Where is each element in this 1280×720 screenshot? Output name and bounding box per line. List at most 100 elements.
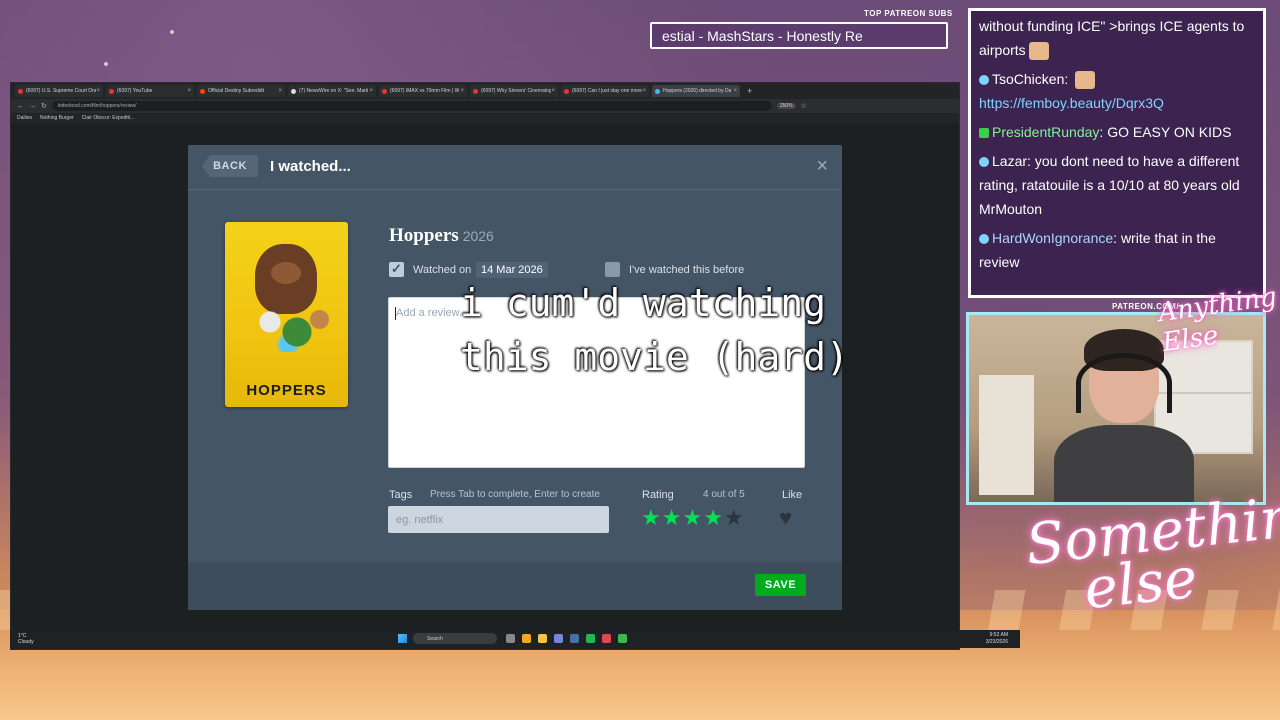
rating-value-text: 4 out of 5 bbox=[703, 489, 745, 500]
chat-message: HardWonIgnorance: write that in the revi… bbox=[979, 230, 1216, 270]
film-title: Hoppers 2026 bbox=[389, 225, 494, 246]
back-button[interactable]: BACK bbox=[202, 155, 258, 177]
file-explorer-icon[interactable] bbox=[538, 634, 547, 643]
favicon-icon bbox=[473, 88, 478, 94]
rating-star-icon[interactable]: ★ bbox=[703, 506, 723, 530]
browser-tab[interactable]: (6097) Can I just stay one more × bbox=[561, 85, 649, 97]
rating-star-icon[interactable]: ★ bbox=[724, 506, 744, 530]
windows-taskbar: 1°C Cloudy Search 9:52 AM 3/23/2026 bbox=[10, 630, 1020, 648]
film-poster: HOPPERS bbox=[225, 222, 348, 407]
chat-badge-icon bbox=[979, 75, 989, 86]
rating-star-icon[interactable]: ★ bbox=[682, 506, 702, 530]
poster-art bbox=[243, 302, 333, 352]
tags-hint: Press Tab to complete, Enter to create bbox=[430, 489, 600, 500]
bookmark-item[interactable]: Clair Obscur: Expediti... bbox=[82, 115, 135, 121]
address-bar[interactable]: letterboxd.com/film/hoppers/review/ bbox=[51, 101, 772, 111]
emote-icon bbox=[1075, 71, 1096, 90]
browser-tab[interactable]: (6097) U.S. Supreme Court Oral × bbox=[15, 85, 103, 97]
chat-username: Lazar bbox=[992, 153, 1028, 169]
browser-tab[interactable]: Official Destiny Subreddit × bbox=[197, 85, 285, 97]
chat-badge-icon bbox=[979, 128, 989, 139]
tags-input[interactable]: eg. netflix bbox=[388, 506, 609, 533]
reload-icon[interactable]: ↻ bbox=[41, 102, 47, 110]
task-view-icon[interactable] bbox=[506, 634, 515, 643]
chrome-icon[interactable] bbox=[618, 634, 627, 643]
forward-arrow-icon[interactable]: → bbox=[29, 103, 36, 110]
windows-start-icon[interactable] bbox=[398, 634, 407, 643]
star-decoration bbox=[170, 30, 174, 34]
discord-icon[interactable] bbox=[554, 634, 563, 643]
modal-footer: SAVE bbox=[188, 562, 842, 610]
chat-message: without funding ICE" >brings ICE agents … bbox=[979, 14, 1255, 62]
star-decoration bbox=[104, 62, 108, 66]
taskbar-clock[interactable]: 9:52 AM 3/23/2026 bbox=[986, 632, 1008, 646]
chat-message: PresidentRunday: GO EASY ON KIDS bbox=[979, 120, 1255, 144]
stream-chat: without funding ICE" >brings ICE agents … bbox=[968, 8, 1266, 298]
close-tab-icon[interactable]: × bbox=[96, 88, 100, 94]
browser-tabbar: (6097) U.S. Supreme Court Oral × (6097) Y… bbox=[11, 83, 959, 99]
close-tab-icon[interactable]: × bbox=[460, 88, 464, 94]
steam-icon[interactable] bbox=[570, 634, 579, 643]
emote-icon bbox=[1028, 42, 1049, 61]
chat-message: TsoChicken: https://femboy.beauty/Dqrx3Q bbox=[979, 71, 1164, 111]
firefox-icon[interactable] bbox=[522, 634, 531, 643]
zoom-badge[interactable]: 250% bbox=[776, 103, 796, 109]
new-tab-icon[interactable]: + bbox=[743, 86, 756, 96]
close-icon[interactable]: × bbox=[816, 156, 828, 176]
rating-star-icon[interactable]: ★ bbox=[641, 506, 661, 530]
chat-link[interactable]: https://femboy.beauty/Dqrx3Q bbox=[979, 95, 1164, 111]
close-tab-icon[interactable]: × bbox=[369, 88, 373, 94]
bookmark-item[interactable]: Nothing Burger bbox=[40, 115, 74, 121]
favicon-icon bbox=[382, 88, 387, 94]
chat-username: TsoChicken bbox=[992, 71, 1065, 87]
close-tab-icon[interactable]: × bbox=[642, 88, 646, 94]
close-tab-icon[interactable]: × bbox=[278, 88, 282, 94]
favicon-icon bbox=[655, 88, 660, 94]
weather-widget[interactable]: 1°C Cloudy bbox=[18, 633, 34, 645]
browser-toolbar: ← → ↻ letterboxd.com/film/hoppers/review… bbox=[11, 99, 959, 113]
save-button[interactable]: SAVE bbox=[755, 574, 806, 596]
streamer bbox=[1054, 329, 1194, 502]
overlay-caption: i cum'd watching this movie (hard) bbox=[460, 281, 849, 379]
chat-badge-icon bbox=[979, 157, 989, 168]
chat-message: Lazar: you dont need to have a different… bbox=[979, 153, 1240, 217]
close-tab-icon[interactable]: × bbox=[733, 88, 737, 94]
watched-on-label: Watched on bbox=[413, 264, 472, 276]
rating-star-icon[interactable]: ★ bbox=[662, 506, 682, 530]
back-arrow-icon[interactable]: ← bbox=[17, 103, 24, 110]
film-year: 2026 bbox=[462, 228, 494, 244]
browser-tab[interactable]: (6097) YouTube × bbox=[106, 85, 194, 97]
app-icon[interactable] bbox=[586, 634, 595, 643]
close-tab-icon[interactable]: × bbox=[187, 88, 191, 94]
browser-tab[interactable]: (6097) Why Sinners' Cinematog × bbox=[470, 85, 558, 97]
star-rating[interactable]: ★ ★ ★ ★ ★ bbox=[641, 506, 744, 530]
favicon-icon bbox=[109, 88, 114, 94]
browser-tab[interactable]: (6097) IMAX vs 70mm Film | W × bbox=[379, 85, 467, 97]
like-label: Like bbox=[782, 489, 803, 501]
watched-before-checkbox[interactable] bbox=[605, 262, 620, 277]
favicon-icon bbox=[200, 88, 205, 94]
chat-username: HardWonIgnorance bbox=[992, 230, 1114, 246]
chat-badge-icon bbox=[979, 234, 989, 245]
ticker-label: TOP PATREON SUBS bbox=[864, 9, 953, 18]
taskbar-search[interactable]: Search bbox=[413, 633, 497, 644]
favicon-icon bbox=[291, 88, 296, 94]
browser-tab-active[interactable]: Hoppers (2026) directed by Da × bbox=[652, 85, 740, 97]
bookmark-star-icon[interactable]: ☆ bbox=[801, 102, 807, 110]
watched-before-label: I've watched this before bbox=[629, 264, 745, 276]
bookmark-item[interactable]: Dailies bbox=[17, 115, 32, 121]
browser-tab[interactable]: (7) NewsWire on X: "Sen. Marti × bbox=[288, 85, 376, 97]
obs-icon[interactable] bbox=[602, 634, 611, 643]
favicon-icon bbox=[564, 88, 569, 94]
modal-header: BACK I watched... × bbox=[188, 145, 842, 190]
chat-username: PresidentRunday bbox=[992, 124, 1100, 140]
favicon-icon bbox=[18, 88, 23, 94]
close-tab-icon[interactable]: × bbox=[551, 88, 555, 94]
bookmarks-bar: Dailies Nothing Burger Clair Obscur: Exp… bbox=[11, 113, 959, 123]
heart-icon[interactable]: ♥ bbox=[779, 506, 792, 530]
review-placeholder: Add a review... bbox=[396, 307, 469, 319]
watched-on-checkbox[interactable] bbox=[389, 261, 404, 277]
patreon-ticker: estial - MashStars - Honestly Re bbox=[650, 22, 948, 49]
headset-icon bbox=[1076, 353, 1172, 413]
tags-label: Tags bbox=[389, 489, 413, 501]
